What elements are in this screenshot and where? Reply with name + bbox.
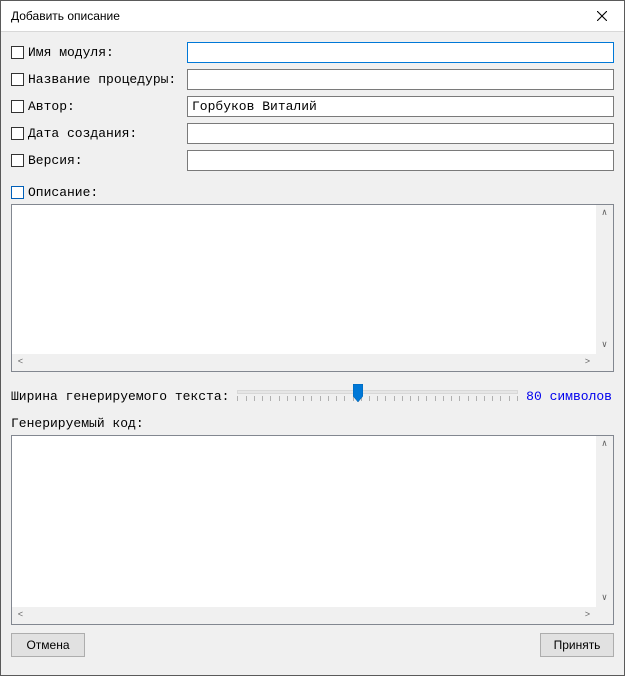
description-hscrollbar[interactable]: < > bbox=[12, 354, 596, 371]
accept-button[interactable]: Принять bbox=[540, 633, 614, 657]
slider-track bbox=[237, 390, 518, 394]
module-name-checkbox[interactable] bbox=[11, 46, 24, 59]
created-input[interactable] bbox=[187, 123, 614, 144]
scroll-right-icon: > bbox=[579, 354, 596, 371]
scroll-up-icon: ∧ bbox=[596, 436, 613, 453]
description-checkbox[interactable] bbox=[11, 186, 24, 199]
module-name-label: Имя модуля: bbox=[28, 45, 114, 60]
titlebar: Добавить описание bbox=[1, 1, 624, 32]
content-area: Имя модуля: Название процедуры: Автор: Д… bbox=[1, 32, 624, 675]
generated-code-wrap: ∧ ∨ < > bbox=[11, 435, 614, 625]
author-label-row: Автор: bbox=[11, 99, 181, 114]
scroll-corner bbox=[596, 607, 613, 624]
author-input[interactable] bbox=[187, 96, 614, 117]
close-icon bbox=[597, 11, 607, 21]
scroll-left-icon: < bbox=[12, 607, 29, 624]
description-textarea-wrap: ∧ ∨ < > bbox=[11, 204, 614, 372]
width-slider-label: Ширина генерируемого текста: bbox=[11, 389, 229, 404]
generated-code-label: Генерируемый код: bbox=[11, 416, 614, 431]
window-title: Добавить описание bbox=[11, 9, 582, 23]
description-label-row: Описание: bbox=[11, 185, 614, 200]
generated-code-textarea[interactable] bbox=[13, 437, 596, 607]
generated-hscrollbar[interactable]: < > bbox=[12, 607, 596, 624]
description-textarea[interactable] bbox=[13, 206, 596, 354]
proc-name-label: Название процедуры: bbox=[28, 72, 176, 87]
created-checkbox[interactable] bbox=[11, 127, 24, 140]
author-label: Автор: bbox=[28, 99, 75, 114]
width-slider-row: Ширина генерируемого текста: 80 символо bbox=[11, 384, 614, 408]
description-vscrollbar[interactable]: ∧ ∨ bbox=[596, 205, 613, 354]
generated-vscrollbar[interactable]: ∧ ∨ bbox=[596, 436, 613, 607]
created-label: Дата создания: bbox=[28, 126, 137, 141]
scroll-down-icon: ∨ bbox=[596, 590, 613, 607]
width-value-number: 80 bbox=[526, 389, 542, 404]
slider-thumb[interactable] bbox=[353, 384, 363, 402]
proc-name-input[interactable] bbox=[187, 69, 614, 90]
width-slider[interactable] bbox=[237, 384, 518, 408]
author-checkbox[interactable] bbox=[11, 100, 24, 113]
width-value-unit: символов bbox=[550, 389, 612, 404]
scroll-corner bbox=[596, 354, 613, 371]
scroll-left-icon: < bbox=[12, 354, 29, 371]
dialog-window: Добавить описание Имя модуля: Название п… bbox=[0, 0, 625, 676]
version-label: Версия: bbox=[28, 153, 83, 168]
scroll-up-icon: ∧ bbox=[596, 205, 613, 222]
description-label: Описание: bbox=[28, 185, 98, 200]
width-slider-value: 80 символов bbox=[526, 389, 614, 404]
module-name-input[interactable] bbox=[187, 42, 614, 63]
created-label-row: Дата создания: bbox=[11, 126, 181, 141]
form-grid: Имя модуля: Название процедуры: Автор: Д… bbox=[11, 42, 614, 171]
version-checkbox[interactable] bbox=[11, 154, 24, 167]
version-label-row: Версия: bbox=[11, 153, 181, 168]
scroll-right-icon: > bbox=[579, 607, 596, 624]
button-bar: Отмена Принять bbox=[11, 625, 614, 667]
version-input[interactable] bbox=[187, 150, 614, 171]
module-name-label-row: Имя модуля: bbox=[11, 45, 181, 60]
close-button[interactable] bbox=[582, 2, 622, 30]
slider-ticks bbox=[237, 396, 518, 402]
cancel-button[interactable]: Отмена bbox=[11, 633, 85, 657]
proc-name-label-row: Название процедуры: bbox=[11, 72, 181, 87]
proc-name-checkbox[interactable] bbox=[11, 73, 24, 86]
scroll-down-icon: ∨ bbox=[596, 337, 613, 354]
